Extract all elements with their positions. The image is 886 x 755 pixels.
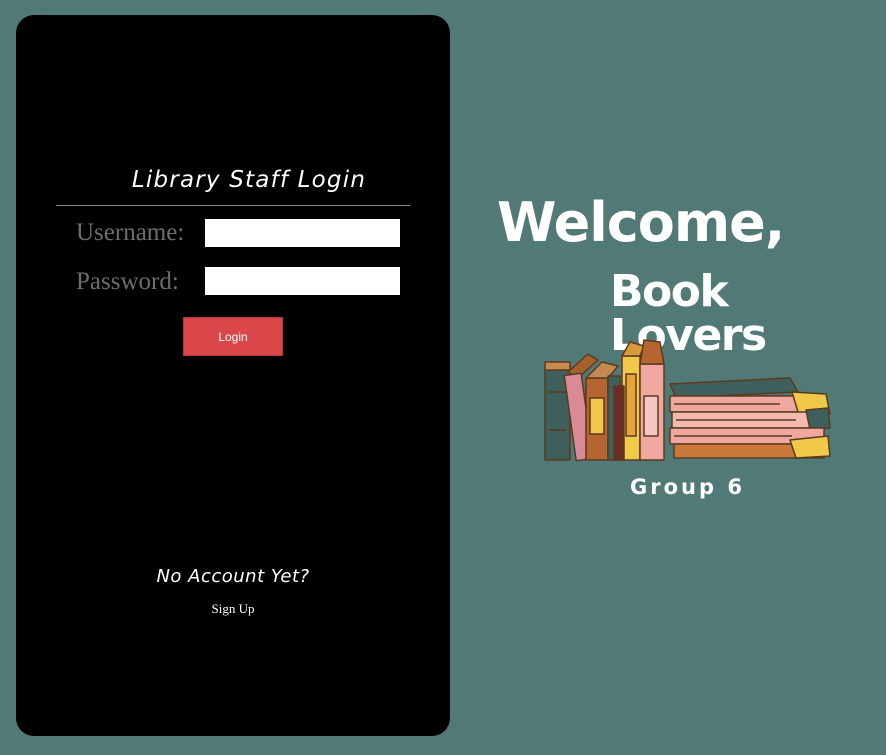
login-button[interactable]: Login: [183, 317, 283, 356]
login-panel: Library Staff Login Username: Password: …: [16, 15, 450, 736]
group-label: Group 6: [630, 475, 745, 499]
username-input[interactable]: [205, 219, 400, 247]
title-divider: [56, 205, 410, 206]
username-label: Username:: [76, 219, 185, 246]
password-input[interactable]: [205, 267, 400, 295]
welcome-heading: Welcome,: [497, 191, 785, 254]
no-account-text: No Account Yet?: [156, 566, 310, 587]
password-label: Password:: [76, 268, 179, 295]
login-title: Library Staff Login: [131, 167, 367, 193]
signup-link[interactable]: Sign Up: [16, 601, 450, 617]
stack-of-books-illustration: [544, 339, 831, 462]
